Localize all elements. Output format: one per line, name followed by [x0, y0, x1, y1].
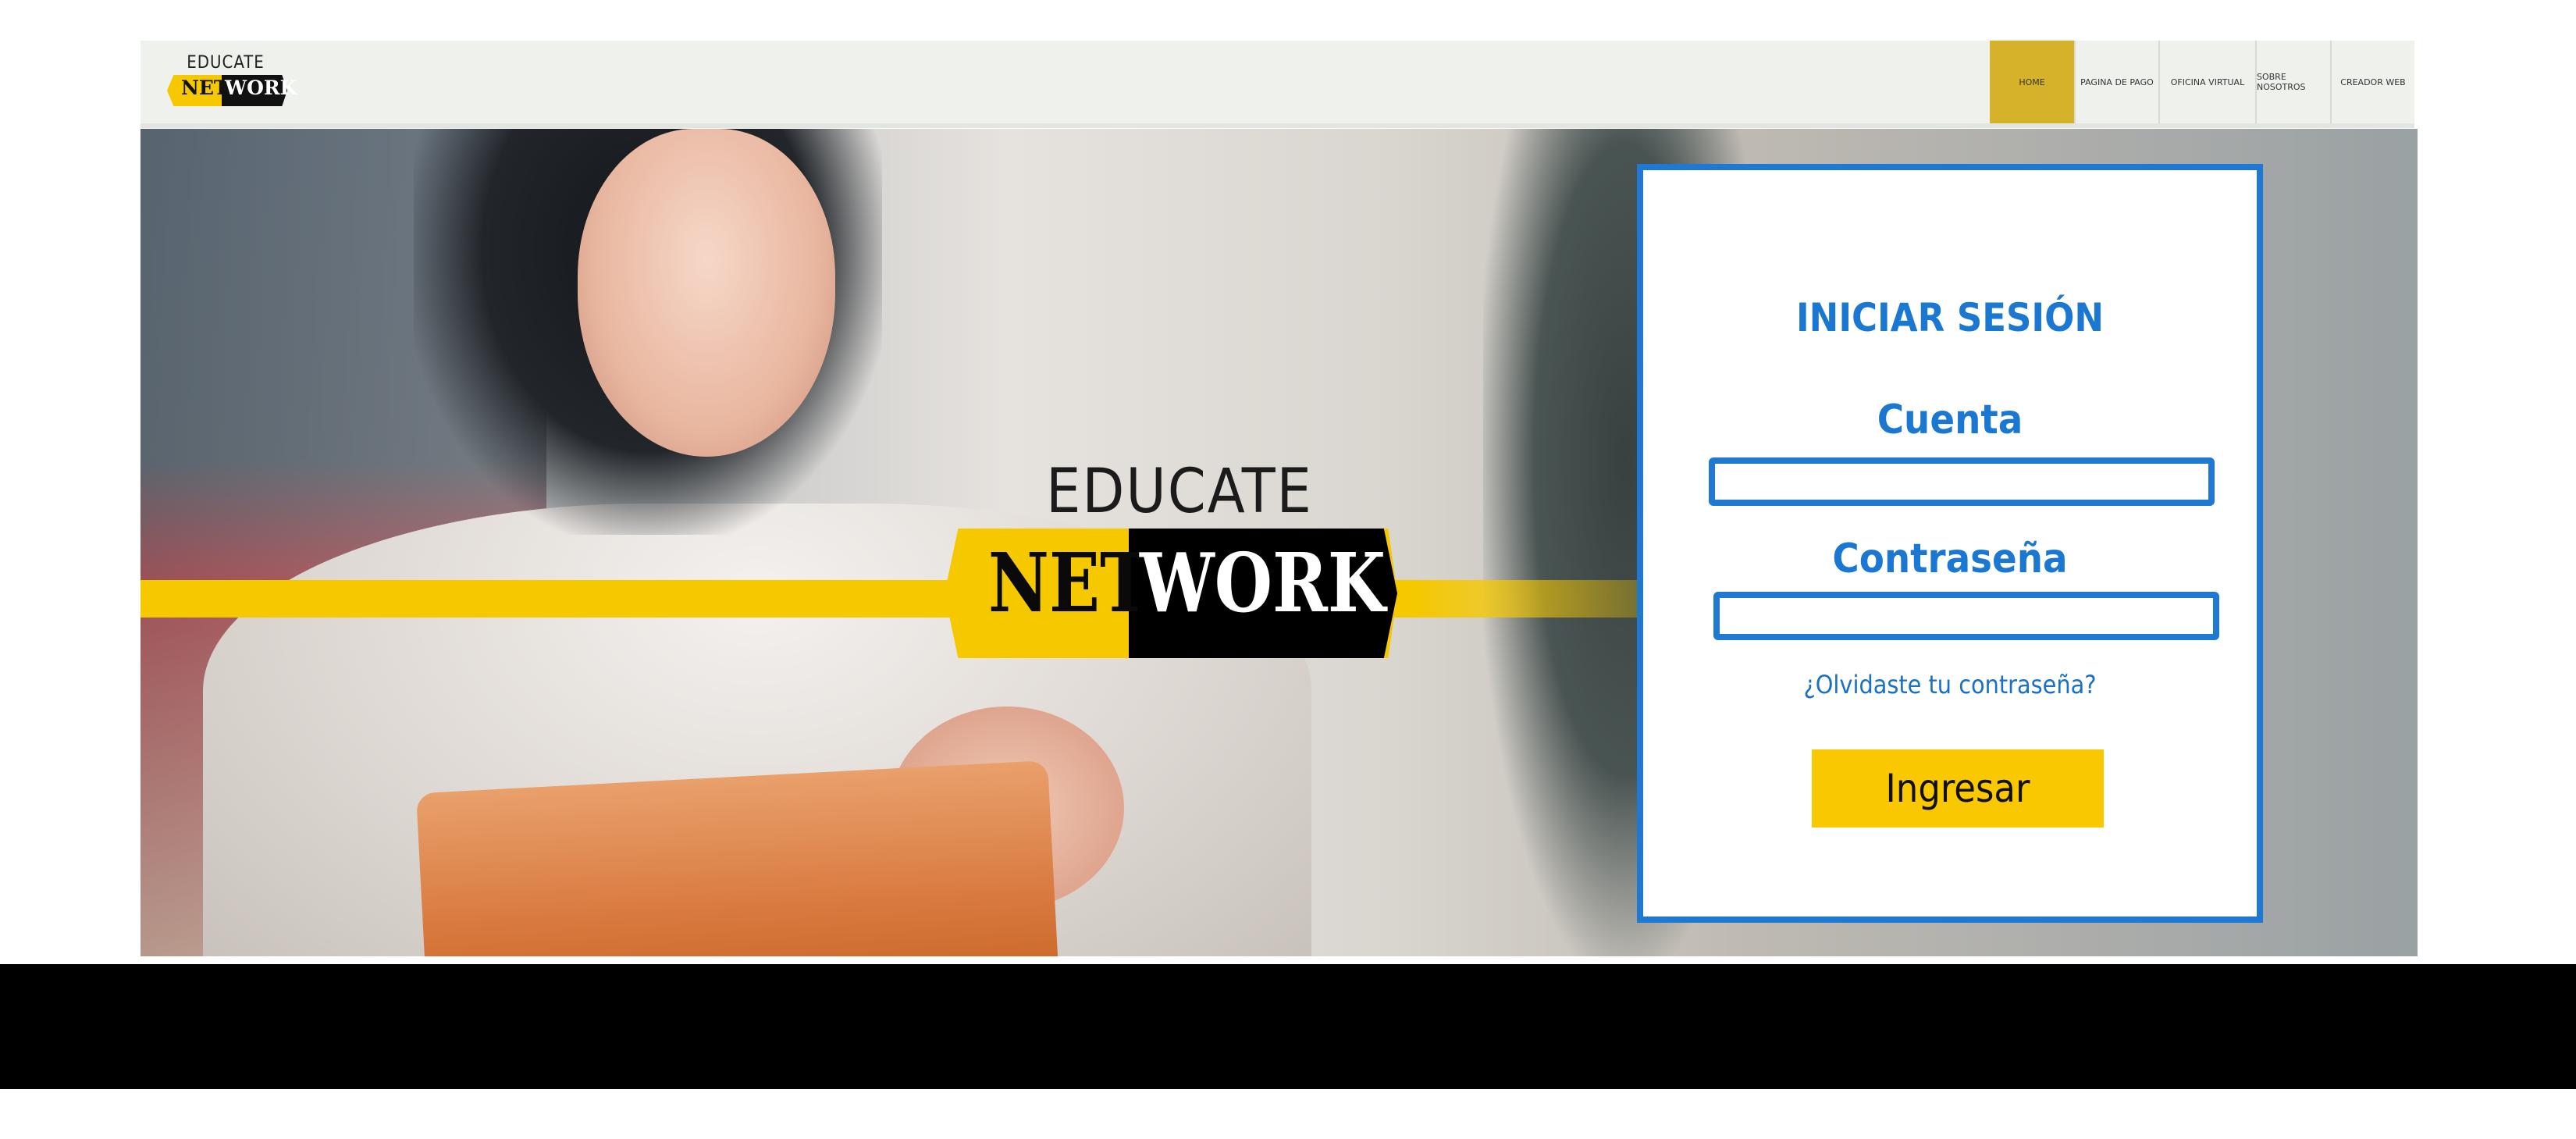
forgot-password-link[interactable]: ¿Olvidaste tu contraseña? — [1643, 670, 2257, 699]
hero-photo-tablet — [415, 760, 1060, 956]
site-header: EDUCATE NET WORK HOME PAGINA DE PAGO OFI… — [141, 41, 2414, 128]
account-label: Cuenta — [1877, 397, 2023, 443]
account-input[interactable] — [1709, 457, 2215, 506]
password-label: Contraseña — [1832, 536, 2068, 582]
main-nav: HOME PAGINA DE PAGO OFICINA VIRTUAL SOBR… — [1990, 41, 2414, 123]
password-input[interactable] — [1713, 592, 2219, 640]
nav-item-creador-web[interactable]: CREADOR WEB — [2330, 41, 2414, 123]
logo-educate-text: EDUCATE — [187, 53, 265, 73]
nav-item-home[interactable]: HOME — [1990, 41, 2074, 123]
nav-item-oficina-virtual[interactable]: OFICINA VIRTUAL — [2158, 41, 2255, 123]
site-footer — [0, 964, 2576, 1089]
nav-item-pagina-de-pago[interactable]: PAGINA DE PAGO — [2074, 41, 2158, 123]
hero-logo-educate-text: EDUCATE — [1046, 457, 1313, 527]
logo-net-text: NET — [181, 77, 229, 99]
login-title: INICIAR SESIÓN — [1795, 295, 2105, 340]
nav-item-sobre-nosotros[interactable]: SOBRE NOSOTROS — [2255, 41, 2330, 123]
site-logo[interactable]: EDUCATE NET WORK — [167, 53, 297, 114]
hero-logo-work-text: WORK — [1140, 535, 1386, 631]
hero-yellow-band — [141, 580, 1639, 618]
logo-work-text: WORK — [225, 77, 297, 99]
login-form: INICIAR SESIÓN Cuenta Contraseña ¿Olvida… — [1637, 164, 2263, 923]
hero-photo-person-face — [578, 129, 835, 457]
hero-logo-net-text: NET — [988, 535, 1150, 631]
login-submit-button[interactable]: Ingresar — [1812, 749, 2104, 828]
hero-logo: EDUCATE NET WORK — [945, 457, 1397, 660]
